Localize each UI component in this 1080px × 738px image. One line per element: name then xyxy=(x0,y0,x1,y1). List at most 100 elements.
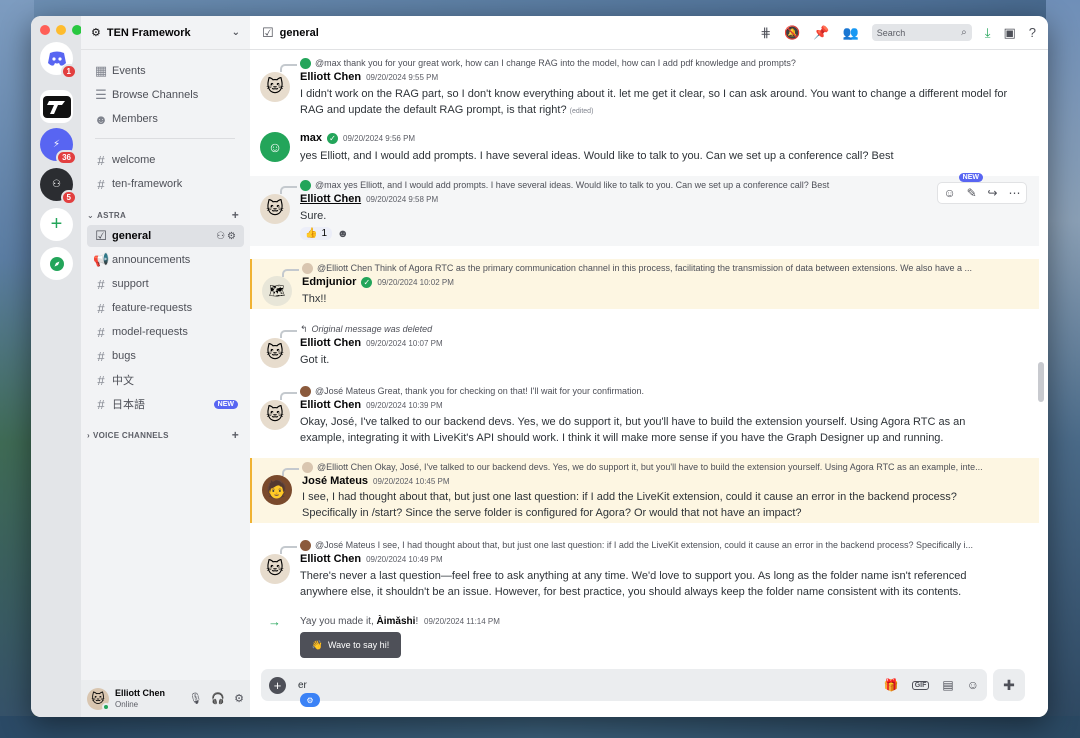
reply-preview[interactable]: @José Mateus I see, I had thought about … xyxy=(300,538,1005,552)
discord-logo-icon xyxy=(47,51,66,66)
channel-settings-icons[interactable]: ⚇⚙ xyxy=(216,231,238,242)
sidebar-item-browse-channels[interactable]: ☰ Browse Channels xyxy=(87,84,244,106)
add-reaction-icon[interactable]: ☺ xyxy=(943,186,955,200)
more-options-icon[interactable]: ⋯ xyxy=(1009,186,1021,200)
upload-plus-button[interactable]: + xyxy=(269,676,286,694)
download-icon[interactable]: ⤓ xyxy=(985,25,991,41)
emoji-icon[interactable]: ☺ xyxy=(967,678,979,692)
message[interactable]: ↰ Original message was deleted 🐱 Elliott… xyxy=(250,320,1039,370)
sidebar-item-members[interactable]: ☻ Members xyxy=(87,108,244,130)
server-group-a[interactable]: ⚡ 36 xyxy=(40,128,77,165)
user-info[interactable]: Elliott Chen Online xyxy=(115,688,165,710)
apps-button[interactable]: ✚ xyxy=(993,669,1025,701)
message-input[interactable]: er xyxy=(298,680,884,691)
gif-icon[interactable]: GIF xyxy=(911,680,930,690)
avatar[interactable]: ☺ xyxy=(260,132,290,162)
channel-announcements[interactable]: 📢 announcements xyxy=(87,249,244,271)
message-author[interactable]: José Mateus xyxy=(302,475,368,487)
channel-label: announcements xyxy=(112,254,191,266)
message-timestamp: 09/20/2024 9:56 PM xyxy=(343,134,416,143)
microphone-icon[interactable]: 🎙 xyxy=(188,692,202,705)
server-ten-framework[interactable] xyxy=(40,90,73,123)
category-astra[interactable]: ⌄ ASTRA + xyxy=(87,207,244,223)
create-channel-button[interactable]: + xyxy=(232,208,239,222)
reaction-thumbs-up[interactable]: 👍 1 xyxy=(300,227,333,240)
channel-chinese[interactable]: # 中文 xyxy=(87,369,244,391)
sidebar-item-events[interactable]: ▦ Events xyxy=(87,60,244,82)
search-input[interactable]: Search ⌕ xyxy=(871,24,972,41)
channel-support[interactable]: # support xyxy=(87,273,244,295)
category-voice-channels[interactable]: › VOICE CHANNELS + xyxy=(87,427,244,443)
reply-preview[interactable]: @max thank you for your great work, how … xyxy=(300,56,1005,70)
reply-text: @Elliott Chen Think of Agora RTC as the … xyxy=(317,263,972,273)
reply-preview[interactable]: @Elliott Chen Okay, José, I've talked to… xyxy=(302,460,1007,474)
wave-button[interactable]: 👋 Wave to say hi! xyxy=(300,632,401,658)
avatar[interactable]: 🐱 xyxy=(260,554,290,584)
message-content: I didn't work on the RAG part, so I don'… xyxy=(300,87,1010,119)
message-author[interactable]: Elliott Chen xyxy=(300,553,361,565)
reply-preview[interactable]: @Elliott Chen Think of Agora RTC as the … xyxy=(302,261,1007,275)
inbox-icon[interactable]: ▣ xyxy=(1003,25,1015,41)
message[interactable]: @max yes Elliott, and I would add prompt… xyxy=(250,173,1039,246)
joined-user-name[interactable]: Àimǎshi xyxy=(377,616,416,627)
channel-model-requests[interactable]: # model-requests xyxy=(87,321,244,343)
reply-avatar xyxy=(302,262,313,274)
create-voice-channel-button[interactable]: + xyxy=(232,428,239,442)
message[interactable]: @Elliott Chen Okay, José, I've talked to… xyxy=(250,458,1039,523)
message-author[interactable]: Elliott Chen xyxy=(300,337,361,349)
search-icon: ⌕ xyxy=(961,27,967,38)
avatar[interactable]: 🐱 xyxy=(260,72,290,102)
message[interactable]: @max thank you for your great work, how … xyxy=(250,54,1039,122)
reply-preview[interactable]: @José Mateus Great, thank you for checki… xyxy=(300,384,1005,398)
add-server-button[interactable]: + xyxy=(40,208,73,241)
gear-icon[interactable]: ⚙ xyxy=(234,692,244,705)
avatar[interactable]: 🐱 xyxy=(260,338,290,368)
forward-icon[interactable]: ↪ xyxy=(988,186,998,200)
minimize-window-button[interactable] xyxy=(56,25,66,35)
message-author[interactable]: Elliott Chen xyxy=(300,399,361,411)
message[interactable]: @José Mateus I see, I had thought about … xyxy=(250,536,1039,602)
avatar[interactable]: 🧑 xyxy=(262,475,292,505)
explore-servers-button[interactable] xyxy=(40,247,73,280)
avatar[interactable]: 🗺 xyxy=(262,276,292,306)
mute-bell-icon[interactable]: 🔕 xyxy=(784,25,800,41)
channel-ten-framework[interactable]: # ten-framework xyxy=(87,173,244,195)
channel-japanese[interactable]: # 日本語 NEW xyxy=(87,393,244,415)
message[interactable]: @Elliott Chen Think of Agora RTC as the … xyxy=(250,259,1039,309)
message-timestamp: 09/20/2024 11:14 PM xyxy=(424,617,500,626)
server-header[interactable]: ⚙ TEN Framework ⌄ xyxy=(81,16,250,50)
online-status-dot xyxy=(102,702,110,711)
member-list-icon[interactable]: 👥 xyxy=(843,25,859,41)
channel-label: model-requests xyxy=(112,326,188,338)
message[interactable]: ☺ max ✓ 09/20/2024 9:56 PM yes Elliott, … xyxy=(250,128,1039,172)
message-author[interactable]: Elliott Chen xyxy=(300,193,361,205)
add-reaction-icon[interactable]: ☻ xyxy=(337,228,349,240)
megaphone-icon: 📢 xyxy=(93,252,110,267)
channel-welcome[interactable]: # welcome xyxy=(87,149,244,171)
close-window-button[interactable] xyxy=(40,25,50,35)
direct-messages-button[interactable]: 1 xyxy=(40,42,77,79)
pin-icon[interactable]: 📌 xyxy=(813,25,829,41)
headphones-icon[interactable]: 🎧 xyxy=(211,692,225,705)
channel-general[interactable]: ☑ general ⚇⚙ xyxy=(87,225,244,247)
help-icon[interactable]: ? xyxy=(1029,25,1036,40)
channel-feature-requests[interactable]: # feature-requests xyxy=(87,297,244,319)
discord-logo-icon: ☺ xyxy=(267,139,283,155)
members-icon: ☻ xyxy=(94,111,108,127)
gift-icon[interactable]: 🎁 xyxy=(884,678,899,692)
message-author[interactable]: max xyxy=(300,132,322,144)
reply-preview[interactable]: @max yes Elliott, and I would add prompt… xyxy=(300,178,1005,192)
scrollbar-thumb[interactable] xyxy=(1038,362,1044,402)
message-author[interactable]: Elliott Chen xyxy=(300,71,361,83)
message-content: Got it. xyxy=(300,354,330,366)
server-group-b[interactable]: ⚇ 5 xyxy=(40,168,77,205)
edit-icon[interactable]: ✎ xyxy=(967,186,977,200)
avatar[interactable]: 🐱 xyxy=(260,400,290,430)
message[interactable]: @José Mateus Great, thank you for checki… xyxy=(250,382,1039,448)
avatar[interactable]: 🐱 xyxy=(87,687,110,711)
threads-icon[interactable]: ⋕ xyxy=(760,25,771,41)
sticker-icon[interactable]: ▤ xyxy=(942,678,953,692)
channel-bugs[interactable]: # bugs xyxy=(87,345,244,367)
message-author[interactable]: Edmjunior xyxy=(302,276,356,288)
avatar[interactable]: 🐱 xyxy=(260,194,290,224)
